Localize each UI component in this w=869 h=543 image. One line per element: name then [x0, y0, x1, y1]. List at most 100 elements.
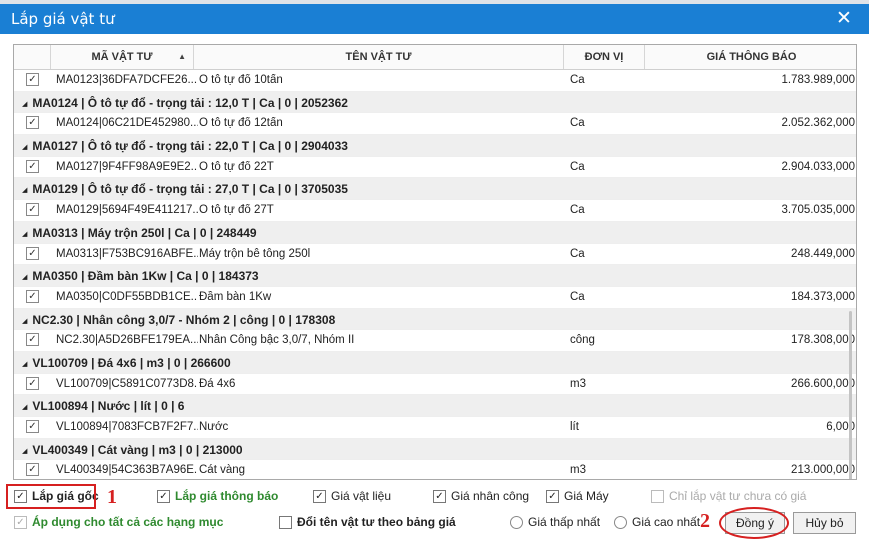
- gia-cao-nhat-label: Giá cao nhất: [632, 515, 701, 529]
- close-icon[interactable]: ✕: [833, 7, 855, 29]
- group-text: NC2.30 | Nhân công 3,0/7 - Nhóm 2 | công…: [32, 312, 336, 327]
- collapse-triangle-icon[interactable]: ◢: [22, 187, 27, 194]
- checkmark-icon[interactable]: ✓: [433, 489, 446, 503]
- group-row[interactable]: ◢ MA0129 | Ô tô tự đổ - trọng tải : 27,0 …: [14, 178, 856, 201]
- cancel-button[interactable]: Hủy bỏ: [793, 512, 856, 534]
- checkmark-icon[interactable]: ✓: [26, 376, 39, 390]
- collapse-triangle-icon[interactable]: ◢: [22, 404, 27, 411]
- table-row[interactable]: ✓ MA0123|36DFA7DCFE26... Ô tô tự đổ 10tấn C…: [14, 70, 856, 92]
- header-gia-thong-bao[interactable]: GIÁ THÔNG BÁO: [645, 45, 856, 69]
- material-code-cell: VL100894|7083FCB7F2F7...: [56, 421, 198, 433]
- checkmark-icon[interactable]: ✓: [313, 489, 326, 503]
- gia-may-checkbox[interactable]: ✓ Giá Máy: [546, 489, 609, 503]
- material-name-cell: Nước: [199, 421, 229, 433]
- table-row[interactable]: ✓ MA0350|C0DF55BDB1CE... Đầm bàn 1Kw Ca 184.…: [14, 287, 856, 309]
- header-select-column[interactable]: [14, 45, 51, 69]
- group-label: ◢ VL400349 | Cát vàng | m3 | 0 | 213000: [22, 443, 243, 457]
- sort-ascending-icon[interactable]: ▲: [178, 45, 186, 69]
- checkbox-box: [651, 489, 664, 503]
- header-ten-vat-tu[interactable]: TÊN VẬT TƯ: [194, 45, 564, 69]
- group-row[interactable]: ◢ VL100894 | Nước | lít | 0 | 6: [14, 395, 856, 417]
- group-text: MA0124 | Ô tô tự đổ - trọng tải : 12,0 T…: [32, 95, 348, 110]
- checkmark-icon[interactable]: ✓: [26, 246, 39, 260]
- material-code-cell: MA0350|C0DF55BDB1CE...: [56, 290, 198, 303]
- annotation-number-1: 1: [107, 486, 117, 508]
- price-cell: 213.000,000: [791, 464, 855, 477]
- price-cell: 6,000: [826, 421, 855, 433]
- group-row[interactable]: ◢ MA0350 | Đầm bàn 1Kw | Ca | 0 | 184373: [14, 265, 856, 287]
- checkmark-icon[interactable]: ✓: [26, 116, 39, 130]
- collapse-triangle-icon[interactable]: ◢: [22, 361, 27, 368]
- collapse-triangle-icon[interactable]: ◢: [22, 274, 27, 281]
- collapse-triangle-icon[interactable]: ◢: [22, 231, 27, 238]
- lap-gia-thong-bao-label: Lắp giá thông báo: [175, 489, 279, 503]
- group-row[interactable]: ◢ MA0124 | Ô tô tự đổ - trọng tải : 12,0 …: [14, 91, 856, 114]
- group-text: MA0127 | Ô tô tự đổ - trọng tải : 22,0 T…: [32, 139, 348, 154]
- table-row[interactable]: ✓ MA0129|5694F49E411217... Ô tô tự đổ 27T C…: [14, 200, 856, 222]
- checkmark-icon[interactable]: ✓: [26, 333, 39, 347]
- gia-nhan-cong-checkbox[interactable]: ✓ Giá nhân công: [433, 489, 529, 503]
- group-row[interactable]: ◢ NC2.30 | Nhân công 3,0/7 - Nhóm 2 | côn…: [14, 308, 856, 331]
- group-row[interactable]: ◢ MA0127 | Ô tô tự đổ - trọng tải : 22,0 …: [14, 135, 856, 157]
- grid-body: ✓ MA0123|36DFA7DCFE26... Ô tô tự đổ 10tấn C…: [14, 70, 856, 479]
- checkmark-icon[interactable]: ✓: [26, 73, 39, 86]
- checkmark-icon[interactable]: ✓: [26, 420, 39, 433]
- ok-button[interactable]: Đồng ý: [725, 512, 785, 534]
- radio-button[interactable]: [510, 515, 523, 529]
- checkmark-icon[interactable]: ✓: [26, 159, 39, 173]
- chi-lap-vat-tu-checkbox: Chỉ lắp vật tư chưa có giá: [651, 489, 806, 503]
- annotation-box-1: [6, 484, 96, 509]
- material-code-cell: MA0127|9F4FF98A9E9E2...: [56, 160, 198, 173]
- material-code-cell: VL400349|54C363B7A96E...: [56, 464, 198, 477]
- group-text: MA0313 | Máy trộn 250l | Ca | 0 | 248449: [32, 225, 257, 240]
- table-row[interactable]: ✓ MA0313|F753BC916ABFE... Máy trộn bê tông…: [14, 244, 856, 266]
- group-row[interactable]: ◢ VL400349 | Cát vàng | m3 | 0 | 213000: [14, 438, 856, 461]
- ap-dung-checkbox: ✓ Áp dụng cho tất cả các hạng mục: [14, 515, 223, 529]
- unit-cell: Ca: [570, 117, 585, 130]
- group-row[interactable]: ◢ VL100709 | Đá 4x6 | m3 | 0 | 266600: [14, 351, 856, 374]
- table-row[interactable]: ✓ MA0124|06C21DE452980... Ô tô tự đổ 12tấn…: [14, 113, 856, 136]
- header-don-vi[interactable]: ĐƠN VỊ: [564, 45, 645, 69]
- material-code-cell: MA0123|36DFA7DCFE26...: [56, 74, 198, 86]
- table-row[interactable]: ✓ VL100709|C5891C0773D8... Đá 4x6 m3 266.600…: [14, 374, 856, 396]
- material-name-cell: Ô tô tự đổ 22T: [199, 160, 274, 173]
- gia-vat-lieu-checkbox[interactable]: ✓ Giá vật liệu: [313, 489, 391, 503]
- material-name-cell: Ô tô tự đổ 12tấn: [199, 117, 283, 130]
- checkmark-icon[interactable]: ✓: [26, 203, 39, 217]
- collapse-triangle-icon[interactable]: ◢: [22, 101, 27, 108]
- checkmark-icon[interactable]: ✓: [26, 463, 39, 477]
- header-ma-vat-tu[interactable]: MÃ VẬT TƯ ▲: [51, 45, 194, 69]
- group-text: VL100709 | Đá 4x6 | m3 | 0 | 266600: [32, 355, 231, 370]
- material-code-cell: VL100709|C5891C0773D8...: [56, 377, 198, 390]
- table-row[interactable]: ✓ NC2.30|A5D26BFE179EA... Nhân Công bậc 3,…: [14, 330, 856, 352]
- price-cell: 2.904.033,000: [781, 160, 855, 173]
- window-title: Lắp giá vật tư: [11, 10, 115, 28]
- doi-ten-checkbox[interactable]: Đổi tên vật tư theo bảng giá: [279, 515, 456, 529]
- lap-gia-thong-bao-checkbox[interactable]: ✓ Lắp giá thông báo: [157, 489, 278, 503]
- checkmark-icon[interactable]: ✓: [157, 489, 170, 503]
- radio-button[interactable]: [614, 515, 627, 529]
- doi-ten-label: Đổi tên vật tư theo bảng giá: [297, 515, 456, 529]
- gia-cao-nhat-radio[interactable]: Giá cao nhất: [614, 515, 700, 529]
- group-label: ◢ MA0124 | Ô tô tự đổ - trọng tải : 12,0 …: [22, 96, 348, 110]
- gia-thap-nhat-radio[interactable]: Giá thấp nhất: [510, 515, 600, 529]
- material-name-cell: Nhân Công bậc 3,0/7, Nhóm II: [199, 334, 355, 347]
- collapse-triangle-icon[interactable]: ◢: [22, 448, 27, 455]
- material-code-cell: MA0313|F753BC916ABFE...: [56, 247, 198, 260]
- vertical-scrollbar[interactable]: [849, 311, 852, 479]
- unit-cell: Ca: [570, 204, 585, 217]
- checkmark-icon[interactable]: ✓: [546, 489, 559, 503]
- table-row[interactable]: ✓ VL100894|7083FCB7F2F7... Nước lít 6,000: [14, 417, 856, 439]
- group-label: ◢ NC2.30 | Nhân công 3,0/7 - Nhóm 2 | côn…: [22, 313, 335, 327]
- material-name-cell: Ô tô tự đổ 10tấn: [199, 74, 283, 86]
- group-row[interactable]: ◢ MA0313 | Máy trộn 250l | Ca | 0 | 24844…: [14, 221, 856, 244]
- table-row[interactable]: ✓ VL400349|54C363B7A96E... Cát vàng m3 213.0…: [14, 460, 856, 479]
- gia-may-label: Giá Máy: [564, 489, 609, 503]
- price-cell: 1.783.989,000: [781, 74, 855, 86]
- table-row[interactable]: ✓ MA0127|9F4FF98A9E9E2... Ô tô tự đổ 22T Ca…: [14, 157, 856, 179]
- collapse-triangle-icon[interactable]: ◢: [22, 318, 27, 325]
- checkbox-box[interactable]: [279, 515, 292, 529]
- group-label: ◢ MA0127 | Ô tô tự đổ - trọng tải : 22,0 …: [22, 139, 348, 153]
- collapse-triangle-icon[interactable]: ◢: [22, 144, 27, 151]
- checkmark-icon[interactable]: ✓: [26, 289, 39, 303]
